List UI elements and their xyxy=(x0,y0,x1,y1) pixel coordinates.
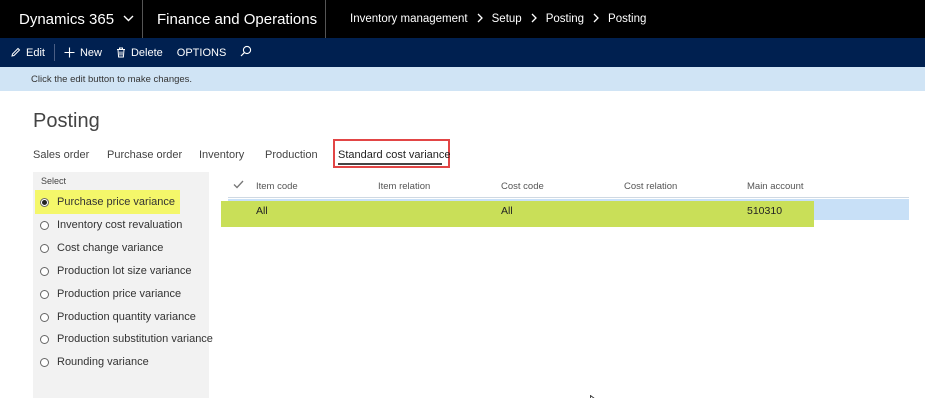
cell-item-code[interactable]: All xyxy=(256,205,268,217)
annotation-highlight xyxy=(221,201,814,227)
info-message: Click the edit button to make changes. xyxy=(31,73,193,85)
radio-icon xyxy=(40,312,49,322)
select-all-checkmark-icon[interactable] xyxy=(233,180,244,192)
trash-icon xyxy=(116,47,126,58)
new-button[interactable]: New xyxy=(57,38,109,67)
divider xyxy=(325,0,326,38)
radio-label: Production lot size variance xyxy=(57,265,192,277)
breadcrumb-item-inventory-management[interactable]: Inventory management xyxy=(350,13,468,25)
chevron-right-icon xyxy=(477,12,483,26)
cell-main-account[interactable]: 510310 xyxy=(747,205,782,217)
options-button[interactable]: OPTIONS xyxy=(170,38,234,67)
radio-icon xyxy=(40,220,49,230)
breadcrumb-item-posting-current: Posting xyxy=(608,13,647,25)
tab-purchase-order[interactable]: Purchase order xyxy=(107,149,182,161)
delete-label: Delete xyxy=(130,46,163,59)
radio-icon xyxy=(40,266,49,276)
radio-icon xyxy=(40,357,49,367)
column-header-main-account[interactable]: Main account xyxy=(747,181,804,192)
column-header-item-relation[interactable]: Item relation xyxy=(378,181,430,192)
column-header-cost-relation[interactable]: Cost relation xyxy=(624,181,677,192)
divider xyxy=(53,44,55,61)
radio-label: Production quantity variance xyxy=(57,311,196,323)
app-name[interactable]: Finance and Operations xyxy=(143,0,325,38)
brand-label: Dynamics 365 xyxy=(19,10,115,28)
grid-header-divider xyxy=(228,197,909,198)
delete-button[interactable]: Delete xyxy=(109,38,170,67)
mouse-cursor-icon xyxy=(590,390,598,398)
radio-label: Inventory cost revaluation xyxy=(57,219,183,231)
radio-purchase-price-variance[interactable]: Purchase price variance xyxy=(40,196,175,208)
plus-icon xyxy=(64,47,75,58)
breadcrumb: Inventory management Setup Posting Posti… xyxy=(350,0,646,38)
radio-label: Production price variance xyxy=(57,288,182,300)
tab-sales-order[interactable]: Sales order xyxy=(33,149,89,161)
column-header-cost-code[interactable]: Cost code xyxy=(501,181,544,192)
active-tab-indicator xyxy=(338,163,442,165)
message-bar: Click the edit button to make changes. xyxy=(0,67,925,91)
tab-production[interactable]: Production xyxy=(265,149,318,161)
edit-label: Edit xyxy=(26,46,45,59)
column-header-item-code[interactable]: Item code xyxy=(256,181,298,192)
radio-label: Production substitution variance xyxy=(57,333,213,345)
radio-cost-change-variance[interactable]: Cost change variance xyxy=(40,242,163,254)
dynamics-365-menu[interactable]: Dynamics 365 xyxy=(0,0,142,38)
search-button[interactable] xyxy=(233,38,259,67)
breadcrumb-item-setup[interactable]: Setup xyxy=(492,13,522,25)
action-pane: Edit New Delete OPTIONS xyxy=(0,38,925,67)
search-icon xyxy=(240,45,252,60)
radio-rounding-variance[interactable]: Rounding variance xyxy=(40,356,149,368)
radio-icon xyxy=(40,289,49,299)
cell-cost-code[interactable]: All xyxy=(501,205,513,217)
pencil-icon xyxy=(10,47,21,58)
radio-production-quantity-variance[interactable]: Production quantity variance xyxy=(40,311,196,323)
radio-production-lot-size-variance[interactable]: Production lot size variance xyxy=(40,265,192,277)
radio-icon xyxy=(40,243,49,253)
chevron-right-icon xyxy=(531,12,537,26)
chevron-down-icon xyxy=(123,13,134,25)
top-navigation-bar: Dynamics 365 Finance and Operations Inve… xyxy=(0,0,925,38)
radio-label: Cost change variance xyxy=(57,242,164,254)
radio-selected-icon xyxy=(40,197,49,207)
radio-label: Rounding variance xyxy=(57,356,149,368)
page-title: Posting xyxy=(33,110,100,132)
select-label: Select xyxy=(41,176,67,186)
tab-standard-cost-variance[interactable]: Standard cost variance xyxy=(338,149,451,161)
radio-inventory-cost-revaluation[interactable]: Inventory cost revaluation xyxy=(40,219,182,231)
breadcrumb-item-posting[interactable]: Posting xyxy=(546,13,584,25)
radio-label: Purchase price variance xyxy=(57,196,176,208)
radio-production-substitution-variance[interactable]: Production substitution variance xyxy=(40,333,213,345)
new-label: New xyxy=(79,46,102,59)
edit-button[interactable]: Edit xyxy=(0,38,52,67)
radio-icon xyxy=(40,334,49,344)
radio-production-price-variance[interactable]: Production price variance xyxy=(40,288,181,300)
tab-inventory[interactable]: Inventory xyxy=(199,149,244,161)
chevron-right-icon xyxy=(593,12,599,26)
